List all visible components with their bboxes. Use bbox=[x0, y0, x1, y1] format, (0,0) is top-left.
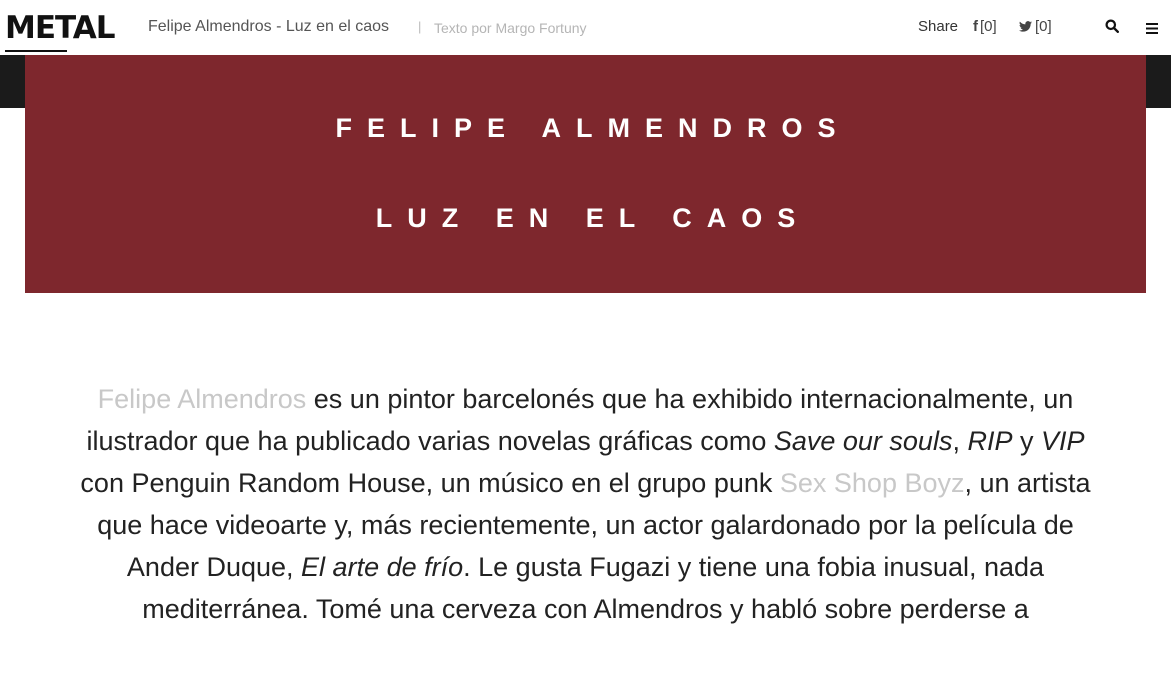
article-author: Texto por Margo Fortuny bbox=[434, 20, 587, 36]
book-title: Save our souls bbox=[773, 426, 953, 456]
search-button[interactable] bbox=[1105, 19, 1121, 35]
search-icon bbox=[1105, 19, 1120, 34]
article-title: Felipe Almendros - Luz en el caos bbox=[148, 18, 390, 35]
twitter-share-button[interactable]: [0] bbox=[1019, 17, 1052, 37]
top-bar: METAL Felipe Almendros - Luz en el caos … bbox=[0, 0, 1171, 55]
film-title: El arte de frío bbox=[301, 552, 464, 582]
logo-underline bbox=[5, 50, 67, 52]
share-label: Share bbox=[918, 18, 959, 35]
book-title: VIP bbox=[1041, 426, 1085, 456]
article-text: y bbox=[1012, 426, 1041, 456]
header-separator: | bbox=[418, 19, 422, 34]
hamburger-menu-icon bbox=[1146, 23, 1158, 34]
site-logo[interactable]: METAL bbox=[5, 8, 116, 48]
twitter-share-count: [0] bbox=[1035, 18, 1052, 35]
article-intro-paragraph: Felipe Almendros es un pintor barcelonés… bbox=[70, 378, 1101, 630]
menu-button[interactable] bbox=[1146, 21, 1158, 34]
facebook-share-count: [0] bbox=[980, 18, 997, 35]
band-link[interactable]: Sex Shop Boyz bbox=[780, 468, 965, 498]
hero-banner: FELIPE ALMENDROS LUZ EN EL CAOS bbox=[25, 55, 1146, 293]
artist-link[interactable]: Felipe Almendros bbox=[98, 384, 307, 414]
facebook-share-button[interactable]: f [0] bbox=[973, 17, 997, 37]
hero-subtitle: LUZ EN EL CAOS bbox=[375, 203, 811, 233]
article-text: , bbox=[952, 426, 968, 456]
article-text: con Penguin Random House, un músico en e… bbox=[80, 468, 780, 498]
twitter-icon bbox=[1019, 21, 1032, 32]
hero-title: FELIPE ALMENDROS bbox=[335, 113, 851, 143]
book-title: RIP bbox=[967, 426, 1013, 456]
facebook-icon: f bbox=[973, 18, 978, 35]
